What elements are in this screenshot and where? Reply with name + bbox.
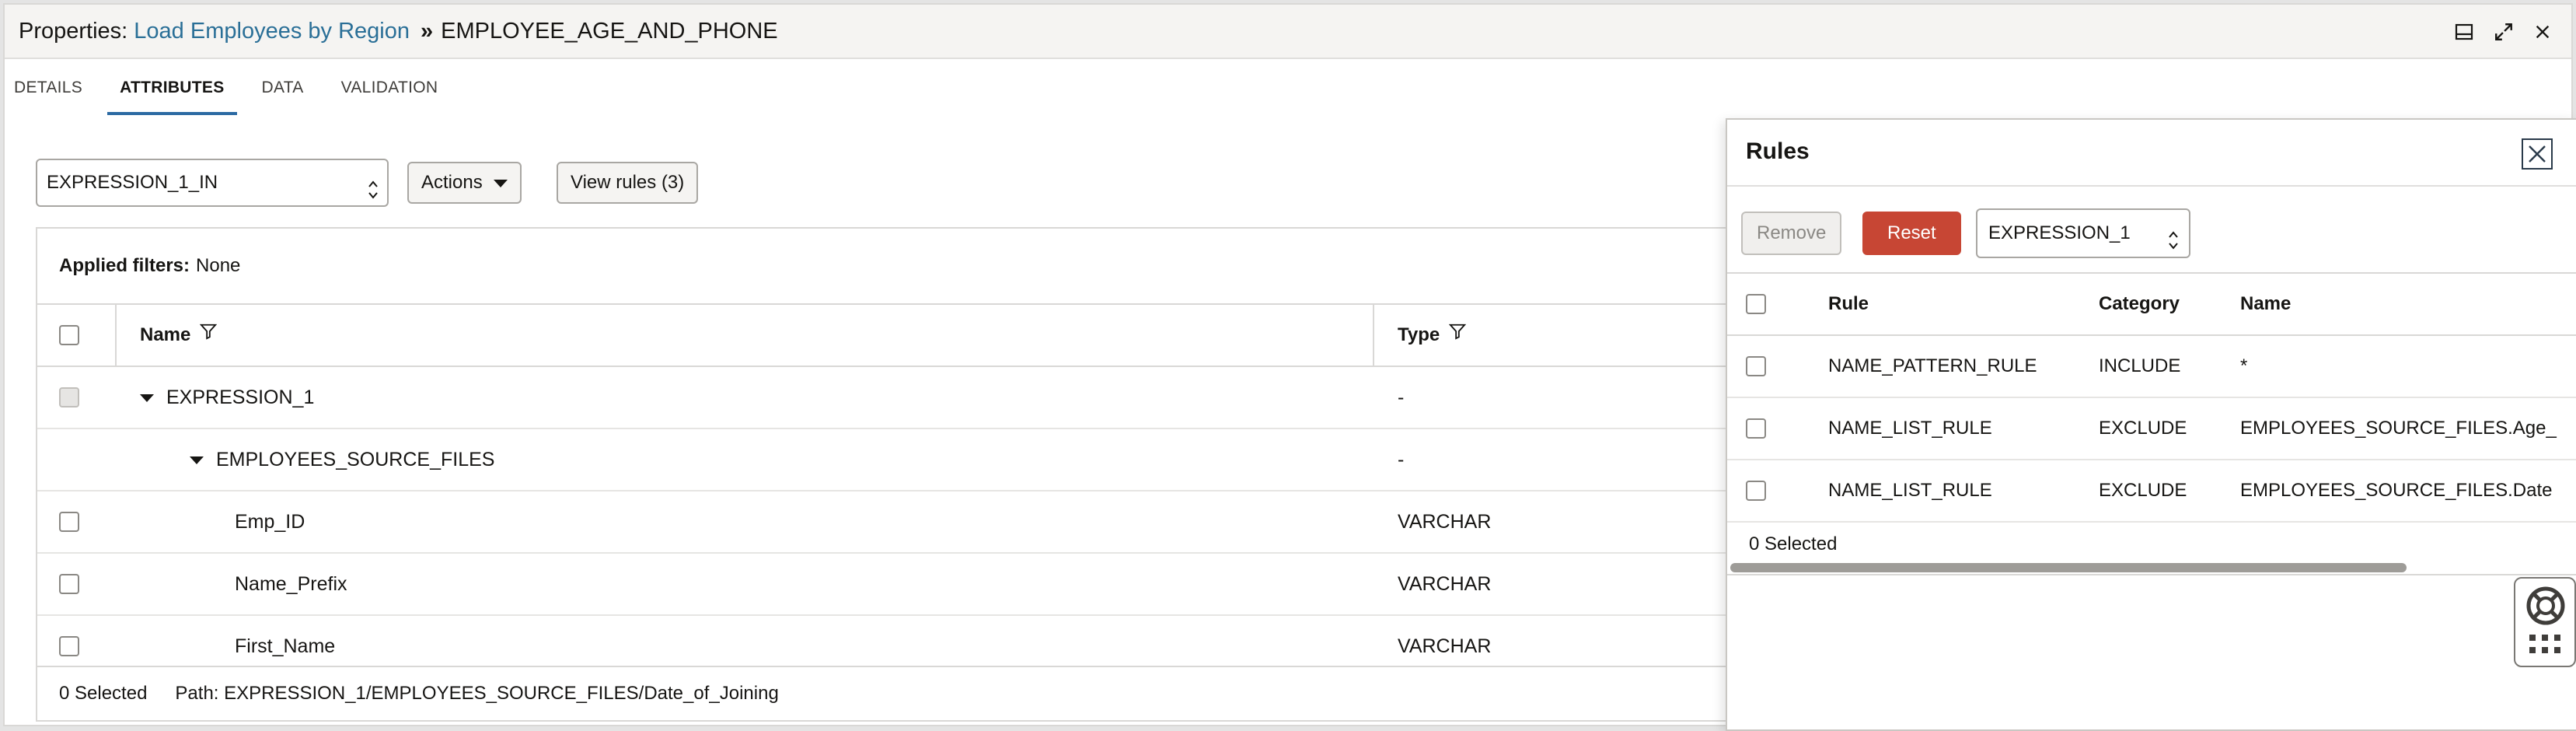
row-checkbox[interactable]	[59, 636, 79, 656]
rule-row[interactable]: NAME_LIST_RULE EXCLUDE EMPLOYEES_SOURCE_…	[1727, 398, 2576, 460]
tab-validation[interactable]: VALIDATION	[323, 61, 457, 115]
table-header: Name Type	[37, 305, 1775, 367]
rule-category: INCLUDE	[2099, 355, 2181, 376]
actions-label: Actions	[421, 172, 483, 193]
column-type-label: Type	[1398, 324, 1440, 345]
applied-filters-value: None	[196, 255, 241, 276]
row-checkbox[interactable]	[1746, 481, 1766, 501]
expand-icon[interactable]	[2494, 22, 2514, 42]
rule-row[interactable]: NAME_LIST_RULE EXCLUDE EMPLOYEES_SOURCE_…	[1727, 460, 2576, 523]
attributes-table: Applied filters: None Name Type EXPRESSIO…	[36, 227, 1777, 722]
up-down-arrows-icon	[367, 173, 379, 218]
page-title: Properties: Load Employees by Region » EMP…	[19, 19, 778, 44]
column-header-type[interactable]: Type	[1398, 304, 1467, 366]
table-row[interactable]: EMPLOYEES_SOURCE_FILES -	[37, 429, 1775, 491]
port-select-value: EXPRESSION_1_IN	[47, 172, 218, 193]
applied-filters: Applied filters: None	[37, 229, 1775, 305]
tab-data[interactable]: DATA	[243, 61, 323, 115]
table-row[interactable]: Name_Prefix VARCHAR	[37, 554, 1775, 616]
close-icon[interactable]	[2534, 23, 2551, 40]
lifebuoy-icon[interactable]	[2525, 585, 2567, 631]
attribute-type: VARCHAR	[1398, 511, 1492, 533]
close-icon[interactable]	[2522, 138, 2553, 170]
rules-panel: Rules Remove Reset EXPRESSION_1 Rule Cat…	[1726, 118, 2576, 731]
rule-type: NAME_LIST_RULE	[1828, 480, 1992, 501]
properties-header: Properties: Load Employees by Region » EMP…	[5, 5, 2571, 59]
row-checkbox[interactable]	[59, 574, 79, 594]
rules-panel-title: Rules	[1746, 138, 1810, 164]
attribute-name: EXPRESSION_1	[166, 386, 315, 408]
selected-count: 0 Selected	[59, 683, 148, 704]
collapse-caret-icon[interactable]	[140, 394, 154, 403]
task-link[interactable]: Load Employees by Region	[134, 19, 410, 44]
rule-type: NAME_PATTERN_RULE	[1828, 355, 2037, 376]
rule-name: EMPLOYEES_SOURCE_FILES.Date	[2240, 480, 2553, 501]
column-header-category[interactable]: Category	[2099, 274, 2180, 334]
row-checkbox[interactable]	[1746, 356, 1766, 376]
properties-window: Properties: Load Employees by Region » EMP…	[3, 3, 2576, 731]
tab-bar: DETAILS ATTRIBUTES DATA VALIDATION	[5, 61, 456, 115]
filter-icon[interactable]	[1449, 304, 1467, 365]
rule-category: EXCLUDE	[2099, 480, 2187, 501]
attribute-type: VARCHAR	[1398, 573, 1492, 595]
up-down-arrows-icon	[2167, 222, 2180, 269]
attribute-type: -	[1398, 386, 1405, 408]
select-all-checkbox[interactable]	[1746, 294, 1766, 314]
rules-table-header: Rule Category Name	[1727, 272, 2576, 336]
breadcrumb-separator: »	[420, 19, 434, 44]
title-prefix: Properties:	[19, 19, 134, 44]
table-row[interactable]: EXPRESSION_1 -	[37, 367, 1775, 429]
rule-name: *	[2240, 355, 2248, 376]
selection-path: Path: EXPRESSION_1/EMPLOYEES_SOURCE_FILE…	[175, 683, 779, 704]
panel-layout-icon[interactable]	[2455, 23, 2473, 41]
attribute-name: Emp_ID	[235, 511, 305, 533]
filter-icon[interactable]	[200, 304, 218, 365]
attribute-name: EMPLOYEES_SOURCE_FILES	[216, 449, 495, 470]
column-header-name[interactable]: Name	[140, 304, 218, 366]
row-checkbox	[59, 387, 79, 407]
row-checkbox[interactable]	[59, 512, 79, 532]
rule-category: EXCLUDE	[2099, 418, 2187, 439]
reset-button[interactable]: Reset	[1862, 212, 1961, 255]
remove-button[interactable]: Remove	[1741, 212, 1842, 255]
attribute-name: Name_Prefix	[235, 573, 347, 595]
rule-row[interactable]: NAME_PATTERN_RULE INCLUDE *	[1727, 336, 2576, 398]
column-name-label: Name	[140, 324, 191, 345]
row-checkbox[interactable]	[1746, 418, 1766, 439]
rules-selected-count: 0 Selected	[1749, 533, 1838, 554]
attribute-type: -	[1398, 449, 1405, 470]
port-select[interactable]: EXPRESSION_1_IN	[36, 159, 389, 207]
rule-type: NAME_LIST_RULE	[1828, 418, 1992, 439]
table-row[interactable]: Emp_ID VARCHAR	[37, 491, 1775, 554]
rules-select-value: EXPRESSION_1	[1988, 222, 2131, 243]
apps-grid-icon[interactable]	[2529, 635, 2562, 662]
applied-filters-label: Applied filters:	[59, 255, 190, 276]
table-footer: 0 Selected Path: EXPRESSION_1/EMPLOYEES_S…	[37, 666, 1775, 720]
scrollbar-thumb[interactable]	[1730, 563, 2407, 572]
tab-attributes[interactable]: ATTRIBUTES	[101, 61, 243, 115]
actions-button[interactable]: Actions	[407, 162, 522, 204]
rule-name: EMPLOYEES_SOURCE_FILES.Age_	[2240, 418, 2557, 439]
chevron-down-icon	[493, 179, 508, 187]
view-rules-button[interactable]: View rules (3)	[557, 162, 699, 204]
object-name: EMPLOYEE_AGE_AND_PHONE	[441, 19, 778, 44]
select-all-checkbox[interactable]	[59, 325, 79, 345]
help-widget[interactable]	[2514, 577, 2576, 667]
tab-details[interactable]: DETAILS	[5, 61, 101, 115]
collapse-caret-icon[interactable]	[190, 456, 204, 465]
column-header-rule[interactable]: Rule	[1828, 274, 1869, 334]
rules-expression-select[interactable]: EXPRESSION_1	[1976, 208, 2190, 258]
column-header-name[interactable]: Name	[2240, 274, 2291, 334]
